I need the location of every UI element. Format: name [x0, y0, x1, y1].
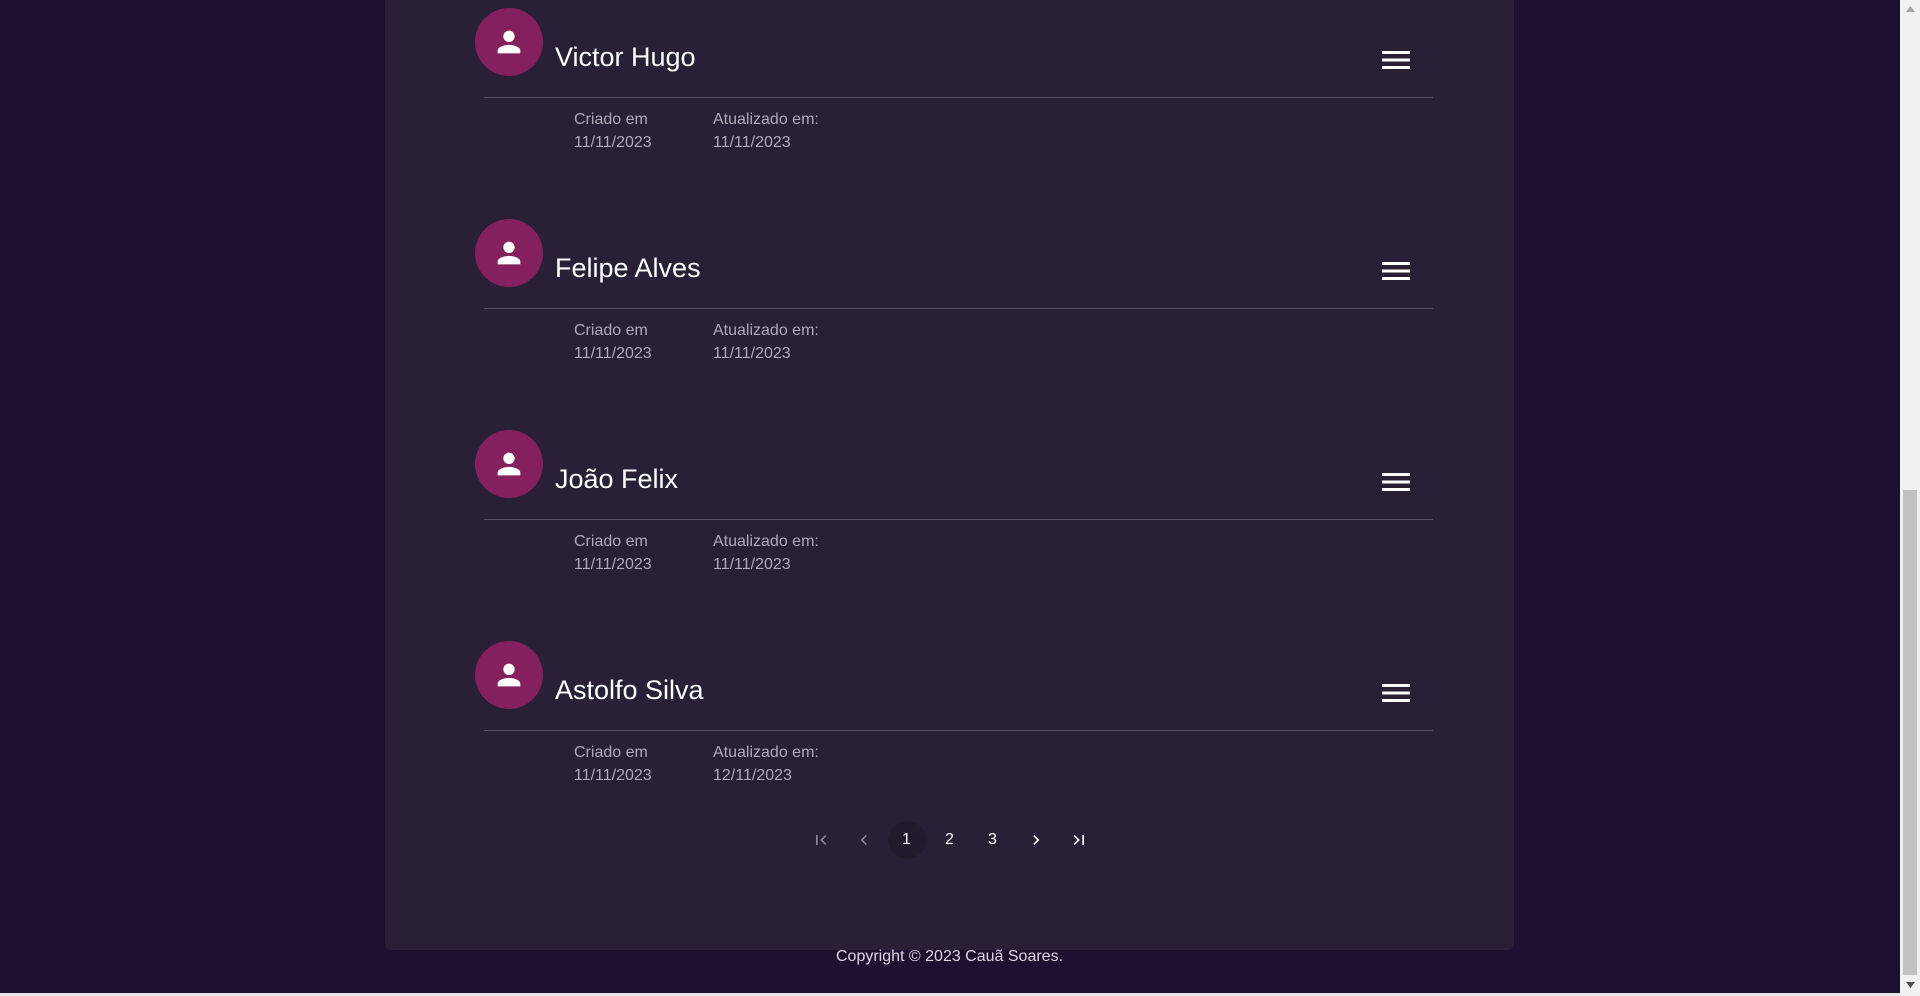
- user-divider: [484, 308, 1433, 309]
- vertical-scrollbar[interactable]: [1900, 0, 1920, 996]
- scroll-down-arrow-icon[interactable]: [1900, 976, 1920, 993]
- updated-info: Atualizado em: 11/11/2023: [713, 530, 819, 576]
- user-name: Astolfo Silva: [555, 675, 704, 705]
- user-card: Astolfo Silva Criado em 11/11/2023 Atual…: [385, 633, 1514, 793]
- created-info: Criado em 11/11/2023: [574, 741, 652, 787]
- last-page-button[interactable]: [1060, 821, 1098, 859]
- previous-page-button[interactable]: [845, 821, 883, 859]
- user-card: Victor Hugo Criado em 11/11/2023 Atualiz…: [385, 0, 1514, 160]
- user-avatar: [475, 641, 543, 709]
- last-page-icon: [1073, 835, 1084, 845]
- person-icon: [497, 30, 521, 54]
- user-menu-button[interactable]: [1375, 42, 1417, 78]
- person-icon: [497, 241, 521, 265]
- first-page-icon: [815, 835, 826, 845]
- created-label: Criado em: [574, 322, 648, 339]
- hamburger-menu-icon: [1382, 473, 1410, 491]
- user-menu-button[interactable]: [1375, 675, 1417, 711]
- hamburger-menu-icon: [1382, 51, 1410, 69]
- updated-label: Atualizado em:: [713, 744, 819, 761]
- user-divider: [484, 730, 1433, 731]
- footer-copyright: Copyright © 2023 Cauã Soares.: [835, 948, 1064, 965]
- updated-date: 11/11/2023: [713, 134, 791, 151]
- user-divider: [484, 97, 1433, 98]
- user-card: João Felix Criado em 11/11/2023 Atualiza…: [385, 422, 1514, 582]
- page-button-3[interactable]: 3: [974, 821, 1012, 859]
- pagination: 1 2 3: [385, 820, 1514, 860]
- user-menu-button[interactable]: [1375, 253, 1417, 289]
- created-date: 11/11/2023: [574, 345, 652, 362]
- chevron-right-icon: [1032, 835, 1039, 845]
- updated-info: Atualizado em: 12/11/2023: [713, 741, 819, 787]
- user-name: João Felix: [555, 464, 679, 494]
- user-avatar: [475, 8, 543, 76]
- updated-date: 11/11/2023: [713, 345, 791, 362]
- created-info: Criado em 11/11/2023: [574, 530, 652, 576]
- page-button-1[interactable]: 1: [887, 821, 926, 859]
- user-menu-button[interactable]: [1375, 464, 1417, 500]
- first-page-button[interactable]: [802, 821, 840, 859]
- updated-label: Atualizado em:: [713, 322, 819, 339]
- created-label: Criado em: [574, 533, 648, 550]
- updated-info: Atualizado em: 11/11/2023: [713, 319, 819, 365]
- hamburger-menu-icon: [1382, 684, 1410, 702]
- user-name: Felipe Alves: [555, 253, 701, 283]
- user-list-panel: Victor Hugo Criado em 11/11/2023 Atualiz…: [385, 0, 1514, 950]
- scrollbar-thumb[interactable]: [1903, 490, 1917, 975]
- updated-date: 12/11/2023: [713, 767, 792, 784]
- person-icon: [497, 452, 521, 476]
- created-date: 11/11/2023: [574, 556, 652, 573]
- person-icon: [497, 663, 521, 687]
- next-page-button[interactable]: [1017, 821, 1055, 859]
- page-button-2[interactable]: 2: [931, 821, 969, 859]
- created-info: Criado em 11/11/2023: [574, 108, 652, 154]
- hamburger-menu-icon: [1382, 262, 1410, 280]
- user-card: Felipe Alves Criado em 11/11/2023 Atuali…: [385, 211, 1514, 371]
- created-label: Criado em: [574, 111, 648, 128]
- updated-info: Atualizado em: 11/11/2023: [713, 108, 819, 154]
- updated-label: Atualizado em:: [713, 111, 819, 128]
- updated-date: 11/11/2023: [713, 556, 791, 573]
- user-name: Victor Hugo: [555, 42, 696, 72]
- created-label: Criado em: [574, 744, 648, 761]
- chevron-left-icon: [860, 835, 867, 845]
- created-date: 11/11/2023: [574, 134, 652, 151]
- user-avatar: [475, 219, 543, 287]
- created-date: 11/11/2023: [574, 767, 652, 784]
- updated-label: Atualizado em:: [713, 533, 819, 550]
- created-info: Criado em 11/11/2023: [574, 319, 652, 365]
- user-avatar: [475, 430, 543, 498]
- user-divider: [484, 519, 1433, 520]
- scroll-up-arrow-icon[interactable]: [1900, 0, 1920, 17]
